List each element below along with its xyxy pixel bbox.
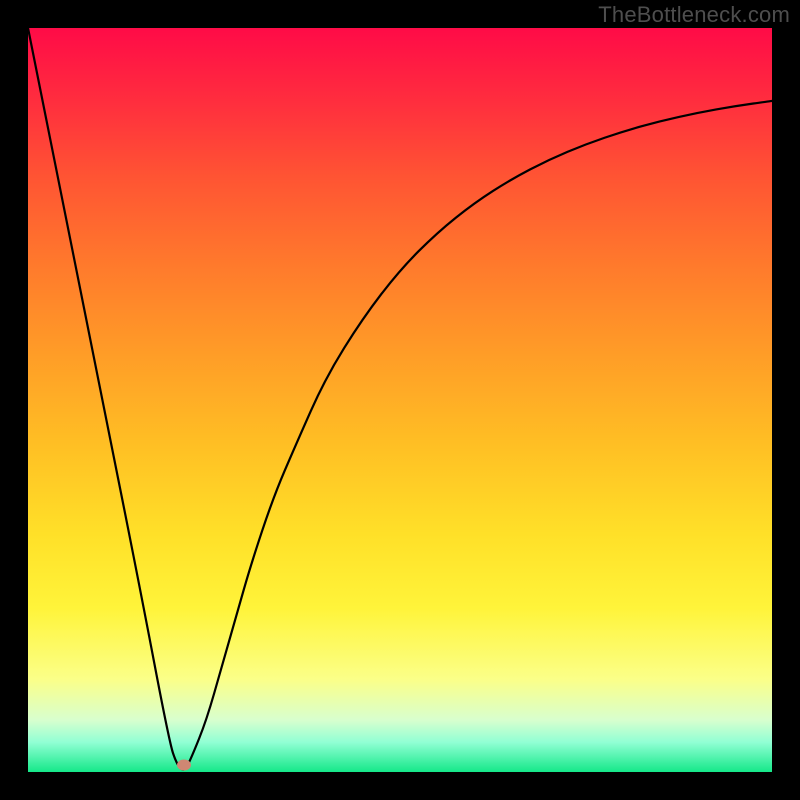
plot-area <box>28 28 772 772</box>
watermark-text: TheBottleneck.com <box>598 2 790 28</box>
bottleneck-curve <box>28 28 772 772</box>
chart-frame: TheBottleneck.com <box>0 0 800 800</box>
optimal-point-marker <box>177 759 191 770</box>
